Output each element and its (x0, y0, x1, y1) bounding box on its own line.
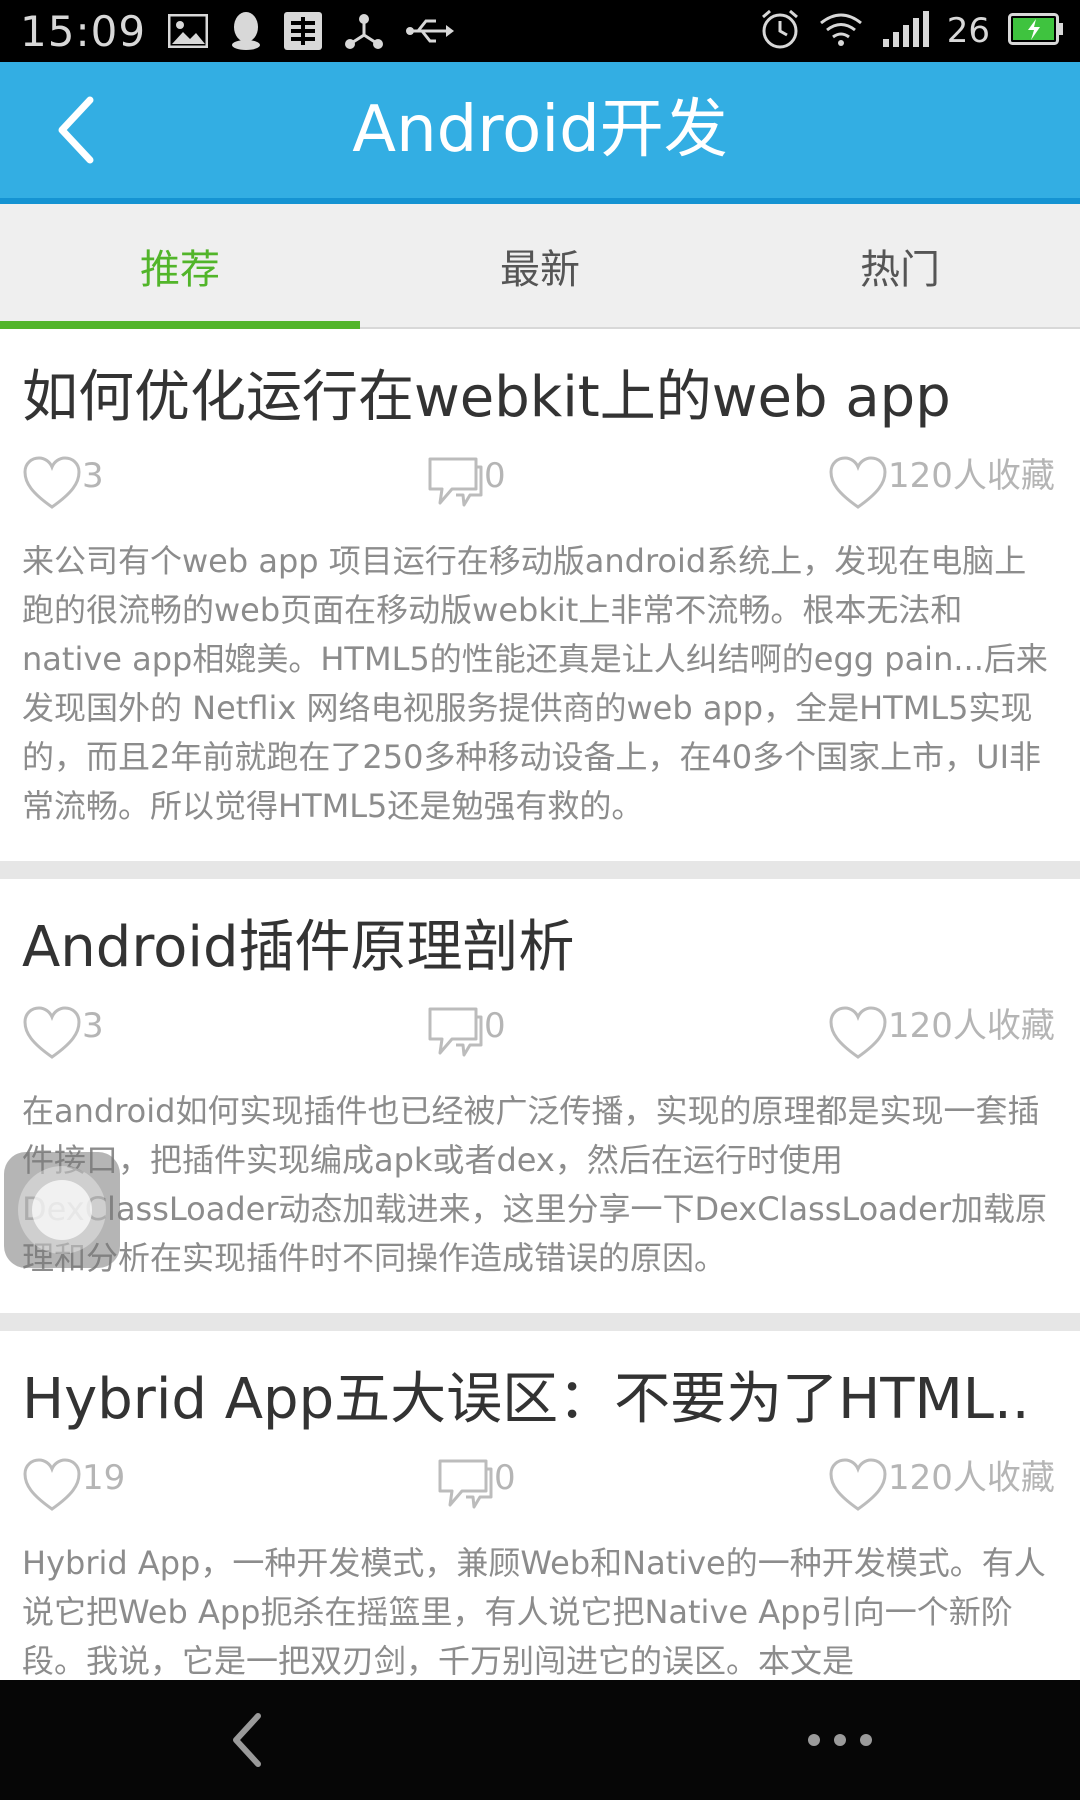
bottom-nav-bar (0, 1680, 1080, 1800)
sogou-icon (284, 12, 323, 50)
active-tab-indicator (0, 321, 360, 329)
comment-icon (428, 457, 483, 507)
share-icon (344, 11, 384, 51)
page-title: Android开发 (352, 93, 728, 167)
usb-icon (406, 16, 455, 46)
favorite-counter[interactable]: 120人收藏 (828, 1005, 1055, 1075)
article-card[interactable]: Hybrid App五大误区：不要为了HTML.. 19 0 120人收藏 Hy… (0, 1331, 1080, 1680)
favorite-count: 120人收藏 (888, 1458, 1055, 1498)
like-count: 19 (82, 1458, 126, 1498)
heart-icon (829, 1458, 887, 1511)
assistive-ring-inner (32, 1180, 92, 1240)
nav-more-button[interactable] (800, 1720, 880, 1760)
status-time: 15:09 (20, 6, 147, 56)
article-excerpt: 在android如何实现插件也已经被广泛传播，实现的原理都是实现一套插件接口，把… (22, 1092, 1048, 1277)
article-excerpt: 来公司有个web app 项目运行在移动版android系统上，发现在电脑上跑的… (22, 542, 1048, 825)
tab-bar: 推荐 最新 热门 (0, 204, 1080, 329)
alarm-icon (759, 8, 801, 54)
tab-hot[interactable]: 热门 (720, 204, 1080, 327)
battery-icon (1008, 13, 1064, 49)
app-bar: Android开发 (0, 62, 1080, 204)
article-title: Android插件原理剖析 (22, 915, 575, 980)
favorite-count: 120人收藏 (888, 1006, 1055, 1046)
comment-count: 0 (484, 1006, 506, 1046)
comment-icon (428, 1007, 483, 1057)
image-icon (168, 14, 209, 48)
like-count: 3 (82, 456, 104, 496)
like-count: 3 (82, 1006, 104, 1046)
tab-latest[interactable]: 最新 (360, 204, 720, 327)
heart-icon (23, 1006, 81, 1059)
comment-icon (438, 1459, 493, 1509)
tab-recommended[interactable]: 推荐 (0, 204, 360, 327)
article-card[interactable]: Android插件原理剖析 3 0 120人收藏 在android如何实现插件也… (0, 879, 1080, 1331)
favorite-count: 120人收藏 (888, 456, 1055, 496)
nav-back-icon (233, 1713, 261, 1767)
article-title: Hybrid App五大误区：不要为了HTML.. (22, 1367, 1030, 1432)
heart-icon (829, 456, 887, 509)
article-meta: 3 0 120人收藏 (22, 1005, 1058, 1075)
wifi-icon (819, 11, 863, 51)
article-card[interactable]: 如何优化运行在webkit上的web app 3 0 120人收藏 来公司有个w… (0, 329, 1080, 879)
comment-counter[interactable]: 0 (436, 1457, 516, 1527)
like-counter[interactable]: 3 (22, 455, 104, 525)
comment-count: 0 (484, 456, 506, 496)
like-counter[interactable]: 3 (22, 1005, 104, 1075)
article-meta: 3 0 120人收藏 (22, 455, 1058, 525)
nav-back-button[interactable] (220, 1710, 280, 1770)
favorite-counter[interactable]: 120人收藏 (828, 1457, 1055, 1527)
article-excerpt: Hybrid App，一种开发模式，兼顾Web和Native的一种开发模式。有人… (22, 1544, 1046, 1680)
article-list[interactable]: 如何优化运行在webkit上的web app 3 0 120人收藏 来公司有个w… (0, 329, 1080, 1680)
article-meta: 19 0 120人收藏 (22, 1457, 1058, 1527)
signal-level-text: 26 (946, 11, 990, 51)
comment-counter[interactable]: 0 (426, 455, 506, 525)
more-dots-icon (808, 1734, 872, 1746)
status-bar: 15:09 26 (0, 0, 1080, 62)
comment-count: 0 (494, 1458, 516, 1498)
floating-assistive-button[interactable] (4, 1152, 120, 1268)
favorite-counter[interactable]: 120人收藏 (828, 455, 1055, 525)
heart-icon (23, 1458, 81, 1511)
article-title: 如何优化运行在webkit上的web app (22, 365, 951, 430)
heart-icon (829, 1006, 887, 1059)
qq-icon (230, 11, 262, 51)
comment-counter[interactable]: 0 (426, 1005, 506, 1075)
signal-icon (881, 11, 929, 51)
heart-icon (23, 456, 81, 509)
like-counter[interactable]: 19 (22, 1457, 125, 1527)
